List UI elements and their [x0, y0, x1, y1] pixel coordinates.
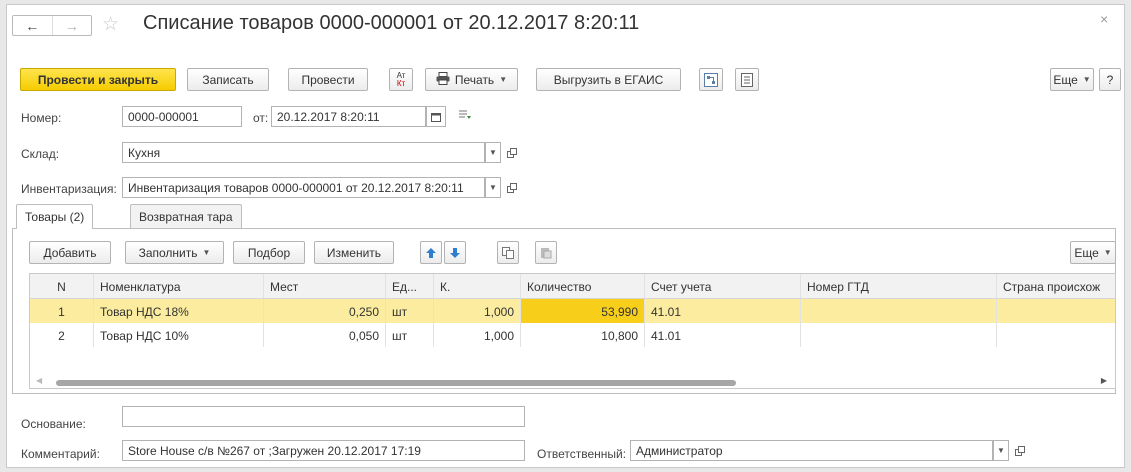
- date-field[interactable]: 20.12.2017 8:20:11: [271, 106, 426, 127]
- column-header[interactable]: Номенклатура: [94, 274, 264, 298]
- number-label: Номер:: [21, 111, 62, 125]
- calendar-icon[interactable]: [426, 106, 446, 127]
- item-k: 1,000: [434, 323, 521, 347]
- item-places: 0,250: [264, 299, 386, 323]
- column-header[interactable]: Номер ГТД: [801, 274, 997, 298]
- basis-field[interactable]: [122, 406, 525, 427]
- column-header[interactable]: Мест: [264, 274, 386, 298]
- dt-kt-button[interactable]: Ат Кт: [389, 68, 413, 91]
- export-egais-button[interactable]: Выгрузить в ЕГАИС: [536, 68, 681, 91]
- item-unit: шт: [386, 299, 434, 323]
- comment-label: Комментарий:: [21, 447, 100, 461]
- item-account: 41.01: [645, 299, 801, 323]
- row-number: 2: [30, 323, 94, 347]
- fill-label: Заполнить: [138, 245, 198, 260]
- chevron-down-icon: ▼: [1103, 248, 1112, 257]
- more-label: Еще: [1053, 72, 1078, 87]
- table-header: N Номенклатура Мест Ед... К. Количество …: [30, 274, 1115, 299]
- add-button[interactable]: Добавить: [29, 241, 111, 264]
- scrollbar-thumb[interactable]: [56, 380, 736, 386]
- save-button[interactable]: Записать: [187, 68, 269, 91]
- number-field[interactable]: 0000-000001: [122, 106, 242, 127]
- close-icon[interactable]: ×: [1100, 11, 1108, 27]
- column-header[interactable]: Страна происхож: [997, 274, 1115, 298]
- column-header[interactable]: Счет учета: [645, 274, 801, 298]
- column-header[interactable]: К.: [434, 274, 521, 298]
- back-button[interactable]: ←: [13, 16, 52, 35]
- horizontal-scrollbar[interactable]: ◀ ▶: [30, 376, 1115, 388]
- warehouse-label: Склад:: [21, 147, 60, 161]
- item-gtd: [801, 323, 997, 347]
- column-header[interactable]: N: [30, 274, 94, 298]
- tab-goods[interactable]: Товары (2): [16, 204, 94, 229]
- item-k: 1,000: [434, 299, 521, 323]
- structure-icon[interactable]: [699, 68, 723, 91]
- date-label: от:: [253, 111, 269, 125]
- scroll-right-icon[interactable]: ▶: [1101, 376, 1107, 385]
- table-row[interactable]: 2 Товар НДС 10% 0,050 шт 1,000 10,800 41…: [30, 323, 1115, 347]
- post-button[interactable]: Провести: [288, 68, 368, 91]
- more-label: Еще: [1074, 245, 1099, 260]
- inventory-field[interactable]: Инвентаризация товаров 0000-000001 от 20…: [122, 177, 485, 198]
- item-name: Товар НДС 18%: [94, 299, 264, 323]
- numbering-settings-icon[interactable]: [458, 109, 472, 124]
- warehouse-field[interactable]: Кухня: [122, 142, 485, 163]
- responsible-field[interactable]: Администратор: [630, 440, 993, 461]
- table-row[interactable]: 1 Товар НДС 18% 0,250 шт 1,000 53,990 41…: [30, 299, 1115, 323]
- print-button[interactable]: Печать ▼: [425, 68, 518, 91]
- item-quantity[interactable]: 10,800: [521, 323, 645, 347]
- chevron-down-icon: ▼: [499, 75, 508, 84]
- help-button[interactable]: ?: [1099, 68, 1121, 91]
- item-quantity[interactable]: 53,990: [521, 299, 645, 323]
- print-label: Печать: [454, 72, 495, 87]
- scroll-left-icon[interactable]: ◀: [36, 376, 42, 385]
- post-and-close-button[interactable]: Провести и закрыть: [20, 68, 176, 91]
- fill-button[interactable]: Заполнить ▼: [125, 241, 224, 264]
- report-icon[interactable]: [735, 68, 759, 91]
- open-icon[interactable]: [1012, 440, 1028, 461]
- chevron-down-icon[interactable]: ▼: [485, 142, 501, 163]
- move-up-icon[interactable]: [420, 241, 442, 264]
- item-name: Товар НДС 10%: [94, 323, 264, 347]
- comment-field[interactable]: Store House с/в №267 от ;Загружен 20.12.…: [122, 440, 525, 461]
- column-header[interactable]: Количество: [521, 274, 645, 298]
- chevron-down-icon: ▼: [202, 248, 211, 257]
- responsible-label: Ответственный:: [537, 447, 627, 461]
- goods-table: N Номенклатура Мест Ед... К. Количество …: [29, 273, 1116, 389]
- change-button[interactable]: Изменить: [314, 241, 394, 264]
- select-button[interactable]: Подбор: [233, 241, 305, 264]
- forward-button[interactable]: →: [51, 16, 92, 35]
- chevron-down-icon[interactable]: ▼: [993, 440, 1009, 461]
- inventory-label: Инвентаризация:: [21, 182, 117, 196]
- open-icon[interactable]: [504, 142, 520, 163]
- page-title: Списание товаров 0000-000001 от 20.12.20…: [143, 12, 640, 34]
- printer-icon: [436, 71, 450, 88]
- item-country: [997, 299, 1115, 323]
- basis-label: Основание:: [21, 417, 86, 431]
- tab-returnable-packaging[interactable]: Возвратная тара: [130, 204, 242, 228]
- navigation-buttons: ← →: [12, 15, 92, 36]
- paste-icon[interactable]: [535, 241, 557, 264]
- item-country: [997, 323, 1115, 347]
- more-button[interactable]: Еще ▼: [1050, 68, 1094, 91]
- item-unit: шт: [386, 323, 434, 347]
- table-more-button[interactable]: Еще ▼: [1070, 241, 1116, 264]
- kt-icon: Кт: [396, 78, 406, 88]
- chevron-down-icon[interactable]: ▼: [485, 177, 501, 198]
- row-number: 1: [30, 299, 94, 323]
- item-gtd: [801, 299, 997, 323]
- chevron-down-icon: ▼: [1082, 75, 1091, 84]
- item-places: 0,050: [264, 323, 386, 347]
- column-header[interactable]: Ед...: [386, 274, 434, 298]
- item-account: 41.01: [645, 323, 801, 347]
- open-icon[interactable]: [504, 177, 520, 198]
- favorite-star-icon[interactable]: ☆: [102, 13, 119, 36]
- move-down-icon[interactable]: [444, 241, 466, 264]
- copy-icon[interactable]: [497, 241, 519, 264]
